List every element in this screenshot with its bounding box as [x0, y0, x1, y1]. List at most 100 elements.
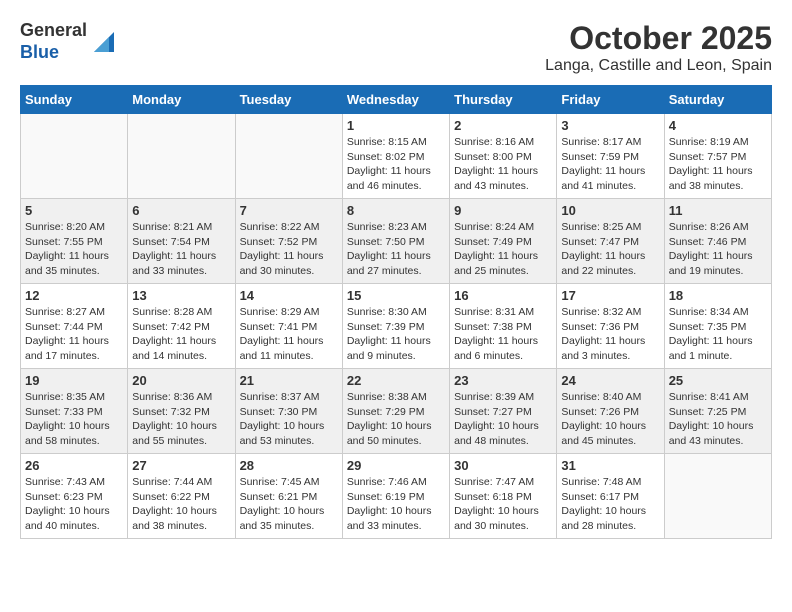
calendar-cell: 16 Sunrise: 8:31 AM Sunset: 7:38 PM Dayli… [450, 284, 557, 369]
day-info: Sunrise: 8:38 AM Sunset: 7:29 PM Dayligh… [347, 390, 445, 449]
title-section: October 2025 Langa, Castille and Leon, S… [545, 20, 772, 75]
day-header-sunday: Sunday [21, 86, 128, 114]
logo: General Blue [20, 20, 119, 63]
calendar-body: 1 Sunrise: 8:15 AM Sunset: 8:02 PM Daylig… [21, 114, 772, 539]
day-number: 23 [454, 373, 552, 388]
calendar-cell: 4Sunrise: 8:19 AM Sunset: 7:57 PM Daylig… [664, 114, 771, 199]
day-number: 13 [132, 288, 230, 303]
calendar-cell: 14 Sunrise: 8:29 AM Sunset: 7:41 PM Dayli… [235, 284, 342, 369]
day-number: 1 [347, 118, 445, 133]
calendar-cell: 29 Sunrise: 7:46 AM Sunset: 6:19 PM Dayli… [342, 454, 449, 539]
day-number: 14 [240, 288, 338, 303]
calendar-table: SundayMondayTuesdayWednesdayThursdayFrid… [20, 85, 772, 539]
day-info: Sunrise: 8:31 AM Sunset: 7:38 PM Dayligh… [454, 305, 552, 364]
day-number: 11 [669, 203, 767, 218]
day-header-friday: Friday [557, 86, 664, 114]
calendar-cell [235, 114, 342, 199]
calendar-cell: 5 Sunrise: 8:20 AM Sunset: 7:55 PM Daylig… [21, 199, 128, 284]
calendar-cell: 23 Sunrise: 8:39 AM Sunset: 7:27 PM Dayli… [450, 369, 557, 454]
day-header-tuesday: Tuesday [235, 86, 342, 114]
day-info: Sunrise: 8:25 AM Sunset: 7:47 PM Dayligh… [561, 220, 659, 279]
day-number: 18 [669, 288, 767, 303]
day-info: Sunrise: 8:19 AM Sunset: 7:57 PM Dayligh… [669, 135, 767, 194]
calendar-cell: 24Sunrise: 8:40 AM Sunset: 7:26 PM Dayli… [557, 369, 664, 454]
calendar-cell: 20 Sunrise: 8:36 AM Sunset: 7:32 PM Dayli… [128, 369, 235, 454]
calendar-week-row: 26 Sunrise: 7:43 AM Sunset: 6:23 PM Dayli… [21, 454, 772, 539]
day-info: Sunrise: 8:36 AM Sunset: 7:32 PM Dayligh… [132, 390, 230, 449]
day-info: Sunrise: 8:15 AM Sunset: 8:02 PM Dayligh… [347, 135, 445, 194]
day-number: 27 [132, 458, 230, 473]
day-info: Sunrise: 8:22 AM Sunset: 7:52 PM Dayligh… [240, 220, 338, 279]
calendar-cell: 28 Sunrise: 7:45 AM Sunset: 6:21 PM Dayli… [235, 454, 342, 539]
day-number: 7 [240, 203, 338, 218]
calendar-cell: 31 Sunrise: 7:48 AM Sunset: 6:17 PM Dayli… [557, 454, 664, 539]
day-number: 9 [454, 203, 552, 218]
calendar-header-row: SundayMondayTuesdayWednesdayThursdayFrid… [21, 86, 772, 114]
day-number: 26 [25, 458, 123, 473]
page-header: General Blue October 2025 Langa, Castill… [20, 20, 772, 75]
day-info: Sunrise: 7:44 AM Sunset: 6:22 PM Dayligh… [132, 475, 230, 534]
calendar-week-row: 19 Sunrise: 8:35 AM Sunset: 7:33 PM Dayli… [21, 369, 772, 454]
logo-icon [89, 27, 119, 57]
calendar-cell [21, 114, 128, 199]
day-number: 19 [25, 373, 123, 388]
day-info: Sunrise: 8:20 AM Sunset: 7:55 PM Dayligh… [25, 220, 123, 279]
day-number: 5 [25, 203, 123, 218]
day-info: Sunrise: 7:46 AM Sunset: 6:19 PM Dayligh… [347, 475, 445, 534]
calendar-cell: 9 Sunrise: 8:24 AM Sunset: 7:49 PM Daylig… [450, 199, 557, 284]
logo-blue-text: Blue [20, 42, 59, 62]
day-number: 15 [347, 288, 445, 303]
day-number: 20 [132, 373, 230, 388]
day-number: 6 [132, 203, 230, 218]
day-info: Sunrise: 8:16 AM Sunset: 8:00 PM Dayligh… [454, 135, 552, 194]
day-number: 16 [454, 288, 552, 303]
calendar-cell: 19 Sunrise: 8:35 AM Sunset: 7:33 PM Dayli… [21, 369, 128, 454]
calendar-cell: 11 Sunrise: 8:26 AM Sunset: 7:46 PM Dayli… [664, 199, 771, 284]
day-info: Sunrise: 8:35 AM Sunset: 7:33 PM Dayligh… [25, 390, 123, 449]
calendar-cell: 2 Sunrise: 8:16 AM Sunset: 8:00 PM Daylig… [450, 114, 557, 199]
calendar-cell: 7 Sunrise: 8:22 AM Sunset: 7:52 PM Daylig… [235, 199, 342, 284]
day-info: Sunrise: 8:23 AM Sunset: 7:50 PM Dayligh… [347, 220, 445, 279]
calendar-cell: 3 Sunrise: 8:17 AM Sunset: 7:59 PM Daylig… [557, 114, 664, 199]
day-info: Sunrise: 8:26 AM Sunset: 7:46 PM Dayligh… [669, 220, 767, 279]
day-number: 2 [454, 118, 552, 133]
calendar-cell: 26 Sunrise: 7:43 AM Sunset: 6:23 PM Dayli… [21, 454, 128, 539]
day-info: Sunrise: 8:37 AM Sunset: 7:30 PM Dayligh… [240, 390, 338, 449]
calendar-cell [664, 454, 771, 539]
calendar-cell: 17Sunrise: 8:32 AM Sunset: 7:36 PM Dayli… [557, 284, 664, 369]
day-number: 3 [561, 118, 659, 133]
calendar-cell: 18 Sunrise: 8:34 AM Sunset: 7:35 PM Dayli… [664, 284, 771, 369]
day-info: Sunrise: 8:21 AM Sunset: 7:54 PM Dayligh… [132, 220, 230, 279]
day-info: Sunrise: 8:40 AM Sunset: 7:26 PM Dayligh… [561, 390, 659, 449]
calendar-cell: 15Sunrise: 8:30 AM Sunset: 7:39 PM Dayli… [342, 284, 449, 369]
calendar-cell: 27 Sunrise: 7:44 AM Sunset: 6:22 PM Dayli… [128, 454, 235, 539]
calendar-cell: 21Sunrise: 8:37 AM Sunset: 7:30 PM Dayli… [235, 369, 342, 454]
day-number: 12 [25, 288, 123, 303]
calendar-cell: 13Sunrise: 8:28 AM Sunset: 7:42 PM Dayli… [128, 284, 235, 369]
day-info: Sunrise: 8:17 AM Sunset: 7:59 PM Dayligh… [561, 135, 659, 194]
day-info: Sunrise: 7:45 AM Sunset: 6:21 PM Dayligh… [240, 475, 338, 534]
calendar-cell: 1 Sunrise: 8:15 AM Sunset: 8:02 PM Daylig… [342, 114, 449, 199]
calendar-cell: 8 Sunrise: 8:23 AM Sunset: 7:50 PM Daylig… [342, 199, 449, 284]
day-info: Sunrise: 7:48 AM Sunset: 6:17 PM Dayligh… [561, 475, 659, 534]
day-info: Sunrise: 8:34 AM Sunset: 7:35 PM Dayligh… [669, 305, 767, 364]
day-number: 29 [347, 458, 445, 473]
day-header-saturday: Saturday [664, 86, 771, 114]
day-header-thursday: Thursday [450, 86, 557, 114]
day-number: 22 [347, 373, 445, 388]
calendar-week-row: 1 Sunrise: 8:15 AM Sunset: 8:02 PM Daylig… [21, 114, 772, 199]
calendar-cell: 10Sunrise: 8:25 AM Sunset: 7:47 PM Dayli… [557, 199, 664, 284]
day-number: 28 [240, 458, 338, 473]
day-info: Sunrise: 7:47 AM Sunset: 6:18 PM Dayligh… [454, 475, 552, 534]
day-info: Sunrise: 8:29 AM Sunset: 7:41 PM Dayligh… [240, 305, 338, 364]
logo-general-text: General [20, 20, 87, 40]
day-info: Sunrise: 8:24 AM Sunset: 7:49 PM Dayligh… [454, 220, 552, 279]
day-info: Sunrise: 7:43 AM Sunset: 6:23 PM Dayligh… [25, 475, 123, 534]
calendar-week-row: 12 Sunrise: 8:27 AM Sunset: 7:44 PM Dayli… [21, 284, 772, 369]
day-number: 8 [347, 203, 445, 218]
calendar-week-row: 5 Sunrise: 8:20 AM Sunset: 7:55 PM Daylig… [21, 199, 772, 284]
day-info: Sunrise: 8:27 AM Sunset: 7:44 PM Dayligh… [25, 305, 123, 364]
day-info: Sunrise: 8:39 AM Sunset: 7:27 PM Dayligh… [454, 390, 552, 449]
day-number: 25 [669, 373, 767, 388]
day-number: 31 [561, 458, 659, 473]
